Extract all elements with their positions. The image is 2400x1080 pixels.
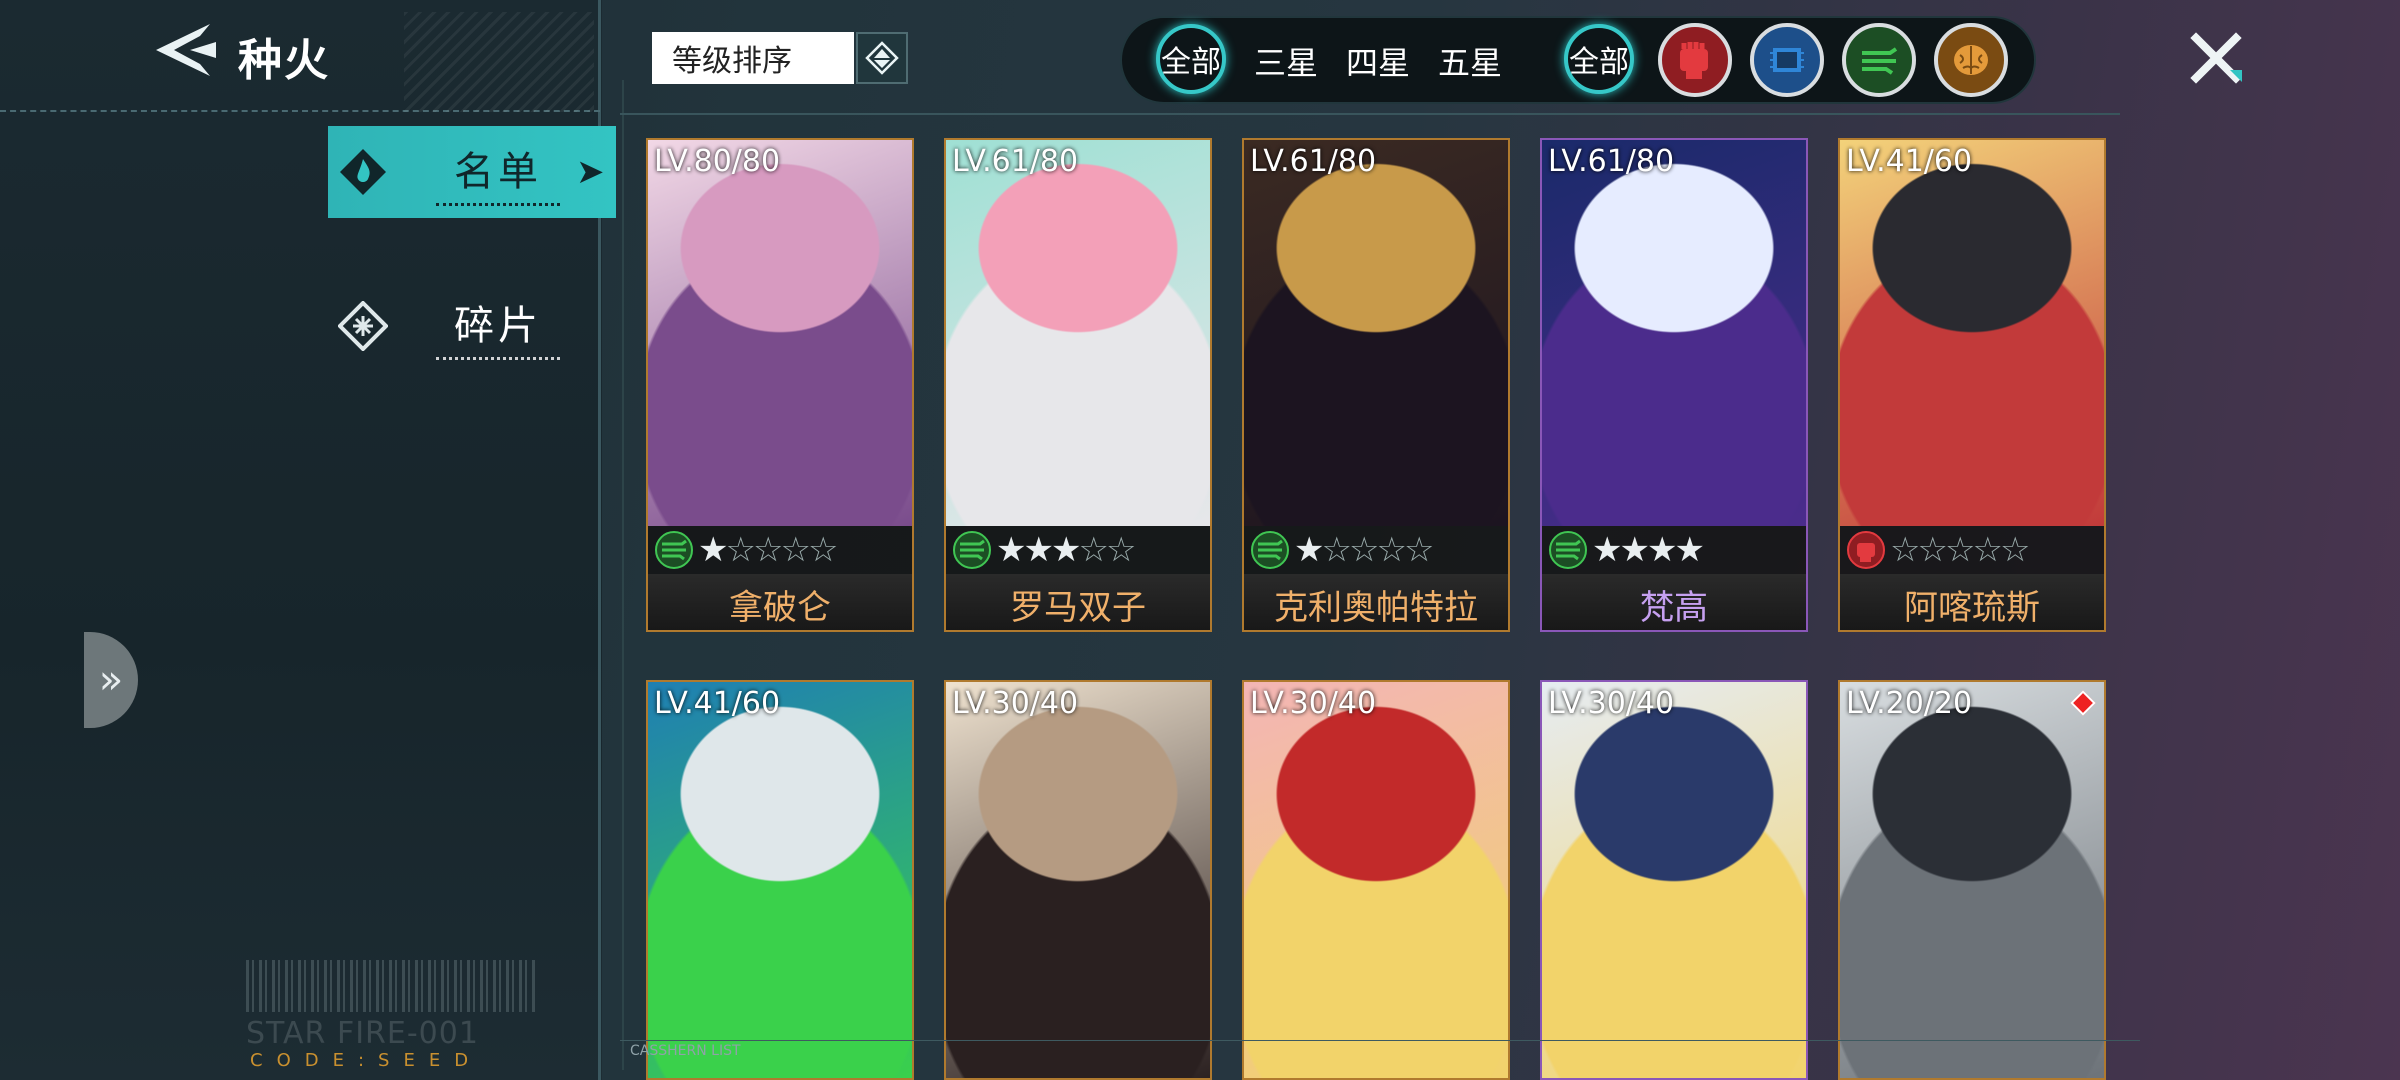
star-icon: ☆ <box>725 530 756 570</box>
level-label: LV.61/80 <box>1250 144 1377 179</box>
star-icon: ★ <box>996 530 1027 570</box>
character-portrait <box>946 140 1210 526</box>
character-name: 拿破仑 <box>648 574 912 630</box>
star-icon: ☆ <box>1348 530 1380 570</box>
star-rating-bar: ★★★☆☆ <box>946 526 1210 574</box>
character-portrait <box>946 682 1210 1078</box>
star-rating: ★☆☆☆☆ <box>698 530 839 570</box>
character-name: 克利奥帕特拉 <box>1244 574 1508 630</box>
star-rating-bar: ★★★★ <box>1542 526 1806 574</box>
star-rating-bar: ★☆☆☆☆ <box>1244 526 1508 574</box>
star-rating-bar: ☆☆☆☆☆ <box>1840 526 2104 574</box>
star-icon: ☆ <box>752 530 784 570</box>
character-name: 罗马双子 <box>946 574 1210 630</box>
star-icon: ☆ <box>1917 530 1948 570</box>
speed-element-icon <box>654 530 694 570</box>
level-label: LV.41/60 <box>1846 144 1973 179</box>
star-icon: ☆ <box>1078 530 1109 570</box>
character-name: 梵高 <box>1542 574 1806 630</box>
star-icon: ★ <box>1592 530 1623 570</box>
star-icon: ☆ <box>1999 530 2031 570</box>
level-label: LV.61/80 <box>1548 144 1675 179</box>
card-grid: LV.80/80 ★☆☆☆☆ 拿破仑 LV.61/80 ★★★☆☆ 罗马双子 LV.61/8… <box>0 0 2400 1080</box>
star-icon: ☆ <box>780 530 811 570</box>
level-label: LV.30/40 <box>1250 686 1377 721</box>
level-label: LV.30/40 <box>1548 686 1675 721</box>
level-label: LV.80/80 <box>654 144 781 179</box>
character-name: 阿喀琉斯 <box>1840 574 2104 630</box>
star-icon: ☆ <box>1890 530 1921 570</box>
character-portrait <box>648 682 912 1078</box>
speed-element-icon <box>1548 530 1588 570</box>
star-icon: ★ <box>698 530 729 570</box>
character-card[interactable]: LV.41/60 ☆☆☆☆☆ 阿喀琉斯 <box>1838 138 2106 632</box>
star-icon: ★ <box>1646 530 1678 570</box>
star-icon: ☆ <box>1972 530 2003 570</box>
character-card[interactable]: LV.61/80 ★★★★ 梵高 <box>1540 138 1808 632</box>
casshern-list-label: CASSHERN LIST <box>630 1043 741 1059</box>
star-icon: ☆ <box>807 530 839 570</box>
star-rating: ★★★☆☆ <box>996 530 1137 570</box>
character-portrait <box>1840 682 2104 1078</box>
character-card[interactable]: LV.61/80 ★★★☆☆ 罗马双子 <box>944 138 1212 632</box>
star-rating: ☆☆☆☆☆ <box>1890 530 2031 570</box>
character-card[interactable]: LV.61/80 ★☆☆☆☆ 克利奥帕特拉 <box>1242 138 1510 632</box>
star-icon: ☆ <box>1105 530 1137 570</box>
character-card[interactable]: LV.41/60 <box>646 680 914 1080</box>
character-portrait <box>648 140 912 526</box>
star-icon: ★ <box>1619 530 1650 570</box>
star-icon: ★ <box>1050 530 1082 570</box>
star-rating: ★☆☆☆☆ <box>1294 530 1435 570</box>
star-icon: ☆ <box>1944 530 1976 570</box>
bottom-rule <box>620 1040 2140 1041</box>
star-icon: ★ <box>1023 530 1054 570</box>
character-portrait <box>1244 140 1508 526</box>
star-icon: ☆ <box>1403 530 1435 570</box>
character-card[interactable]: LV.80/80 ★☆☆☆☆ 拿破仑 <box>646 138 914 632</box>
character-card[interactable]: LV.30/40 <box>1242 680 1510 1080</box>
star-icon: ☆ <box>1321 530 1352 570</box>
character-portrait <box>1542 682 1806 1078</box>
character-card[interactable]: LV.30/40 <box>1540 680 1808 1080</box>
fist-element-icon <box>1846 530 1886 570</box>
star-rating-bar: ★☆☆☆☆ <box>648 526 912 574</box>
character-portrait <box>1244 682 1508 1078</box>
star-icon: ★ <box>1294 530 1325 570</box>
character-portrait <box>1542 140 1806 526</box>
speed-element-icon <box>1250 530 1290 570</box>
character-card[interactable]: LV.30/40 <box>944 680 1212 1080</box>
character-portrait <box>1840 140 2104 526</box>
star-rating: ★★★★ <box>1592 530 1705 570</box>
star-icon: ★ <box>1674 530 1705 570</box>
star-icon: ☆ <box>1376 530 1407 570</box>
level-label: LV.20/20 <box>1846 686 1973 721</box>
level-label: LV.30/40 <box>952 686 1079 721</box>
character-card[interactable]: LV.20/20 <box>1838 680 2106 1080</box>
level-label: LV.41/60 <box>654 686 781 721</box>
level-label: LV.61/80 <box>952 144 1079 179</box>
speed-element-icon <box>952 530 992 570</box>
